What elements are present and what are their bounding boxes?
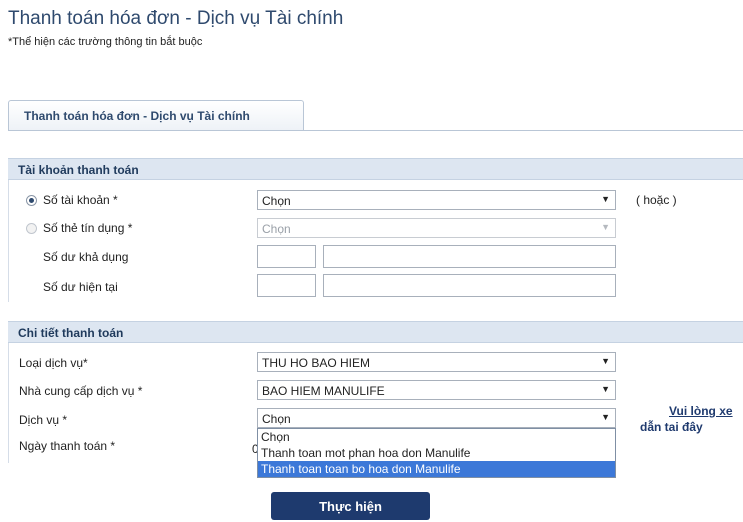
dropdown-option[interactable]: Chọn: [258, 429, 615, 445]
provider-label: Nhà cung cấp dịch vụ *: [19, 384, 143, 398]
service-label: Dịch vụ *: [19, 413, 68, 427]
section-heading-payment-text: Chi tiết thanh toán: [18, 326, 124, 340]
current-balance-value: [323, 274, 616, 297]
dropdown-option[interactable]: Thanh toan mot phan hoa don Manulife: [258, 445, 615, 461]
account-label: Số tài khoản *: [43, 193, 118, 207]
service-type-label: Loại dịch vụ*: [19, 356, 88, 370]
chevron-down-icon: ▼: [601, 384, 610, 394]
dropdown-option-selected[interactable]: Thanh toan toan bo hoa don Manulife: [258, 461, 615, 477]
chevron-down-icon: ▼: [601, 222, 610, 232]
help-link[interactable]: Vui lòng xe: [669, 404, 733, 418]
provider-value: BAO HIEM MANULIFE: [262, 384, 385, 398]
help-link-continued[interactable]: dẫn tai đây: [640, 420, 703, 434]
chevron-down-icon: ▼: [601, 412, 610, 422]
service-type-value: THU HO BAO HIEM: [262, 356, 371, 370]
chevron-down-icon: ▼: [601, 194, 610, 204]
account-radio[interactable]: [26, 195, 37, 206]
card-select-value: Chọn: [262, 222, 291, 236]
card-select[interactable]: Chọn ▼: [257, 218, 616, 238]
available-balance-currency: [257, 245, 316, 268]
account-select-value: Chọn: [262, 194, 291, 208]
service-dropdown-list[interactable]: Chọn Thanh toan mot phan hoa don Manulif…: [257, 428, 616, 478]
available-balance-value: [323, 245, 616, 268]
account-select[interactable]: Chọn ▼: [257, 190, 616, 210]
card-radio[interactable]: [26, 223, 37, 234]
available-balance-label: Số dư khả dụng: [43, 250, 129, 264]
required-note: *Thể hiện các trường thông tin bắt buộc: [8, 36, 203, 48]
page-title: Thanh toán hóa đơn - Dịch vụ Tài chính: [8, 8, 344, 29]
provider-select[interactable]: BAO HIEM MANULIFE ▼: [257, 380, 616, 400]
section-heading-payment: Chi tiết thanh toán: [8, 321, 743, 343]
or-text: ( hoặc ): [636, 193, 677, 207]
tab-bill-payment[interactable]: Thanh toán hóa đơn - Dịch vụ Tài chính: [8, 100, 304, 130]
section-heading-account: Tài khoản thanh toán: [8, 158, 743, 180]
service-type-select[interactable]: THU HO BAO HIEM ▼: [257, 352, 616, 372]
tab-divider: [8, 130, 743, 131]
tab-label: Thanh toán hóa đơn - Dịch vụ Tài chính: [24, 109, 250, 123]
current-balance-currency: [257, 274, 316, 297]
current-balance-label: Số dư hiện tại: [43, 280, 118, 294]
service-select[interactable]: Chọn ▼: [257, 408, 616, 428]
chevron-down-icon: ▼: [601, 356, 610, 366]
service-value: Chọn: [262, 412, 291, 426]
section-heading-account-text: Tài khoản thanh toán: [18, 163, 139, 177]
card-label: Số thẻ tín dụng *: [43, 221, 133, 235]
payment-date-label: Ngày thanh toán *: [19, 439, 116, 453]
